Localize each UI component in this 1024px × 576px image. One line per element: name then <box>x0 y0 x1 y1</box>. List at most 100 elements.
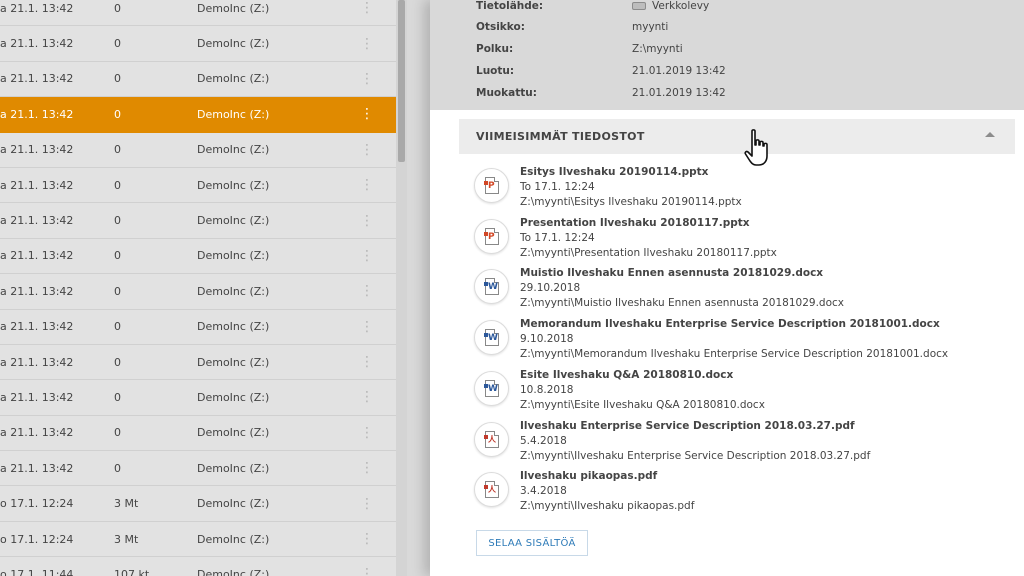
file-row-date: a 21.1. 13:42 <box>0 426 74 440</box>
file-row-source: DemoInc (Z:) <box>197 72 270 86</box>
pdf-file-icon: 人 <box>474 472 509 508</box>
recent-file-item[interactable]: P Esitys Ilveshaku 20190114.pptx To 17.1. … <box>474 166 994 212</box>
recent-file-item[interactable]: 人 Ilveshaku pikaopas.pdf 3.4.2018 Z:\myynti… <box>474 470 994 516</box>
file-row[interactable]: a 21.1. 13:42 0 DemoInc (Z:) ⋮ <box>0 26 396 62</box>
file-row-size: 0 <box>114 284 121 298</box>
recent-file-name[interactable]: Presentation Ilveshaku 20180117.pptx <box>520 217 750 229</box>
file-row[interactable]: a 21.1. 13:42 0 DemoInc (Z:) ⋮ <box>0 239 396 275</box>
file-row[interactable]: a 21.1. 13:42 0 DemoInc (Z:) ⋮ <box>0 133 396 168</box>
recent-file-name[interactable]: Esitys Ilveshaku 20190114.pptx <box>520 166 708 178</box>
recent-file-item[interactable]: W Muistio Ilveshaku Ennen asennusta 20181… <box>474 267 994 313</box>
file-row-date: a 21.1. 13:42 <box>0 284 74 298</box>
recent-file-date: 5.4.2018 <box>520 434 567 447</box>
detail-label: Otsikko: <box>476 21 525 33</box>
more-vertical-icon[interactable]: ⋮ <box>360 426 374 440</box>
file-row[interactable]: a 21.1. 13:42 0 DemoInc (Z:) ⋮ <box>0 62 396 98</box>
file-row-size: 3 Mt <box>114 497 139 511</box>
detail-label: Polku: <box>476 43 514 55</box>
file-row-size: 0 <box>114 461 121 475</box>
more-vertical-icon[interactable]: ⋮ <box>360 355 374 369</box>
file-type-glyph: P <box>488 181 495 191</box>
file-row[interactable]: a 21.1. 13:42 0 DemoInc (Z:) ⋮ <box>0 451 396 487</box>
file-row-date: o 17.1. 12:24 <box>0 497 74 511</box>
chevron-up-icon[interactable] <box>985 132 995 137</box>
file-row-size: 0 <box>114 249 121 263</box>
document-shape: P <box>484 227 499 245</box>
file-row-size: 0 <box>114 178 121 192</box>
more-vertical-icon[interactable]: ⋮ <box>360 532 374 546</box>
recent-file-name[interactable]: Ilveshaku Enterprise Service Description… <box>520 420 855 432</box>
recent-file-item[interactable]: 人 Ilveshaku Enterprise Service Descriptio… <box>474 420 994 466</box>
recent-file-item[interactable]: P Presentation Ilveshaku 20180117.pptx To … <box>474 217 994 263</box>
more-vertical-icon[interactable]: ⋮ <box>360 249 374 263</box>
file-row-date: a 21.1. 13:42 <box>0 72 74 86</box>
file-type-glyph: W <box>488 383 498 394</box>
file-row-date: a 21.1. 13:42 <box>0 320 74 334</box>
file-row-date: a 21.1. 13:42 <box>0 461 74 475</box>
browse-content-button[interactable]: SELAA SISÄLTÖÄ <box>476 530 588 556</box>
recent-file-name[interactable]: Ilveshaku pikaopas.pdf <box>520 470 657 482</box>
recent-file-name[interactable]: Memorandum Ilveshaku Enterprise Service … <box>520 318 940 330</box>
file-row-source: DemoInc (Z:) <box>197 178 270 192</box>
more-vertical-icon[interactable]: ⋮ <box>360 390 374 404</box>
file-row-date: a 21.1. 13:42 <box>0 1 74 15</box>
file-row[interactable]: a 21.1. 13:42 0 DemoInc (Z:) ⋮ <box>0 168 396 204</box>
file-row-source: DemoInc (Z:) <box>197 1 270 15</box>
more-vertical-icon[interactable]: ⋮ <box>360 178 374 192</box>
document-shape: 人 <box>484 481 499 499</box>
more-vertical-icon[interactable]: ⋮ <box>360 37 374 51</box>
file-list-rows: a 21.1. 13:42 0 DemoInc (Z:) ⋮ a 21.1. 13:42… <box>0 0 396 576</box>
file-row[interactable]: o 17.1. 11:44 107 kt DemoInc (Z:) ⋮ <box>0 557 396 576</box>
more-vertical-icon[interactable]: ⋮ <box>360 567 374 576</box>
recent-file-path: Z:\myynti\Ilveshaku pikaopas.pdf <box>520 500 695 513</box>
file-type-glyph: 人 <box>488 434 496 444</box>
file-row[interactable]: o 17.1. 12:24 3 Mt DemoInc (Z:) ⋮ <box>0 486 396 522</box>
file-row[interactable]: a 21.1. 13:42 0 DemoInc (Z:) ⋮ <box>0 345 396 381</box>
file-row[interactable]: a 21.1. 13:42 0 DemoInc (Z:) ⋮ <box>0 310 396 345</box>
word-file-icon: W <box>474 320 509 356</box>
file-row[interactable]: a 21.1. 13:42 0 DemoInc (Z:) ⋮ <box>0 203 396 239</box>
file-row[interactable]: a 21.1. 13:42 0 DemoInc (Z:) ⋮ <box>0 416 396 452</box>
recent-file-path: Z:\myynti\Memorandum Ilveshaku Enterpris… <box>520 348 949 361</box>
more-vertical-icon[interactable]: ⋮ <box>360 107 374 121</box>
recent-file-date: 3.4.2018 <box>520 485 567 498</box>
file-row[interactable]: o 17.1. 12:24 3 Mt DemoInc (Z:) ⋮ <box>0 522 396 558</box>
recent-file-name[interactable]: Muistio Ilveshaku Ennen asennusta 201810… <box>520 267 823 279</box>
recent-file-path: Z:\myynti\Esite Ilveshaku Q&A 20180810.d… <box>520 398 765 411</box>
more-vertical-icon[interactable]: ⋮ <box>360 284 374 298</box>
recent-file-item[interactable]: W Esite Ilveshaku Q&A 20180810.docx 10.8.2… <box>474 369 994 415</box>
recent-file-date: To 17.1. 12:24 <box>520 181 595 193</box>
file-type-glyph: 人 <box>488 485 496 495</box>
more-vertical-icon[interactable]: ⋮ <box>360 461 374 475</box>
file-row-date: a 21.1. 13:42 <box>0 178 74 192</box>
more-vertical-icon[interactable]: ⋮ <box>360 497 374 511</box>
folder-details: Tietolähde: Verkkolevy Otsikko: myynti P… <box>430 0 1024 110</box>
file-row-source: DemoInc (Z:) <box>197 461 270 475</box>
file-row[interactable]: a 21.1. 13:42 0 DemoInc (Z:) ⋮ <box>0 97 396 133</box>
scrollbar-thumb[interactable] <box>398 0 405 162</box>
document-shape: W <box>484 379 499 397</box>
more-vertical-icon[interactable]: ⋮ <box>360 143 374 157</box>
recent-file-date: To 17.1. 12:24 <box>520 231 595 244</box>
file-row-date: a 21.1. 13:42 <box>0 37 74 51</box>
more-vertical-icon[interactable]: ⋮ <box>360 214 374 228</box>
more-vertical-icon[interactable]: ⋮ <box>360 72 374 86</box>
more-vertical-icon[interactable]: ⋮ <box>360 1 374 15</box>
ppt-file-icon: P <box>474 218 509 254</box>
recent-file-item[interactable]: W Memorandum Ilveshaku Enterprise Service… <box>474 318 994 364</box>
file-row[interactable]: a 21.1. 13:42 0 DemoInc (Z:) ⋮ <box>0 380 396 416</box>
file-row[interactable]: a 21.1. 13:42 0 DemoInc (Z:) ⋮ <box>0 0 396 27</box>
recent-files-header[interactable]: VIIMEISIMMÄT TIEDOSTOT <box>459 119 1015 154</box>
file-row[interactable]: a 21.1. 13:42 0 DemoInc (Z:) ⋮ <box>0 274 396 310</box>
more-vertical-icon[interactable]: ⋮ <box>360 320 374 334</box>
file-row-size: 0 <box>114 355 121 369</box>
file-row-date: a 21.1. 13:42 <box>0 107 74 121</box>
detail-label: Luotu: <box>476 65 515 77</box>
file-row-source: DemoInc (Z:) <box>197 214 270 228</box>
word-file-icon: W <box>474 370 509 406</box>
document-shape: 人 <box>484 430 499 448</box>
file-row-source: DemoInc (Z:) <box>197 320 270 334</box>
file-list-scrollbar[interactable] <box>396 0 407 576</box>
recent-file-name[interactable]: Esite Ilveshaku Q&A 20180810.docx <box>520 369 733 381</box>
file-row-source: DemoInc (Z:) <box>197 284 270 298</box>
